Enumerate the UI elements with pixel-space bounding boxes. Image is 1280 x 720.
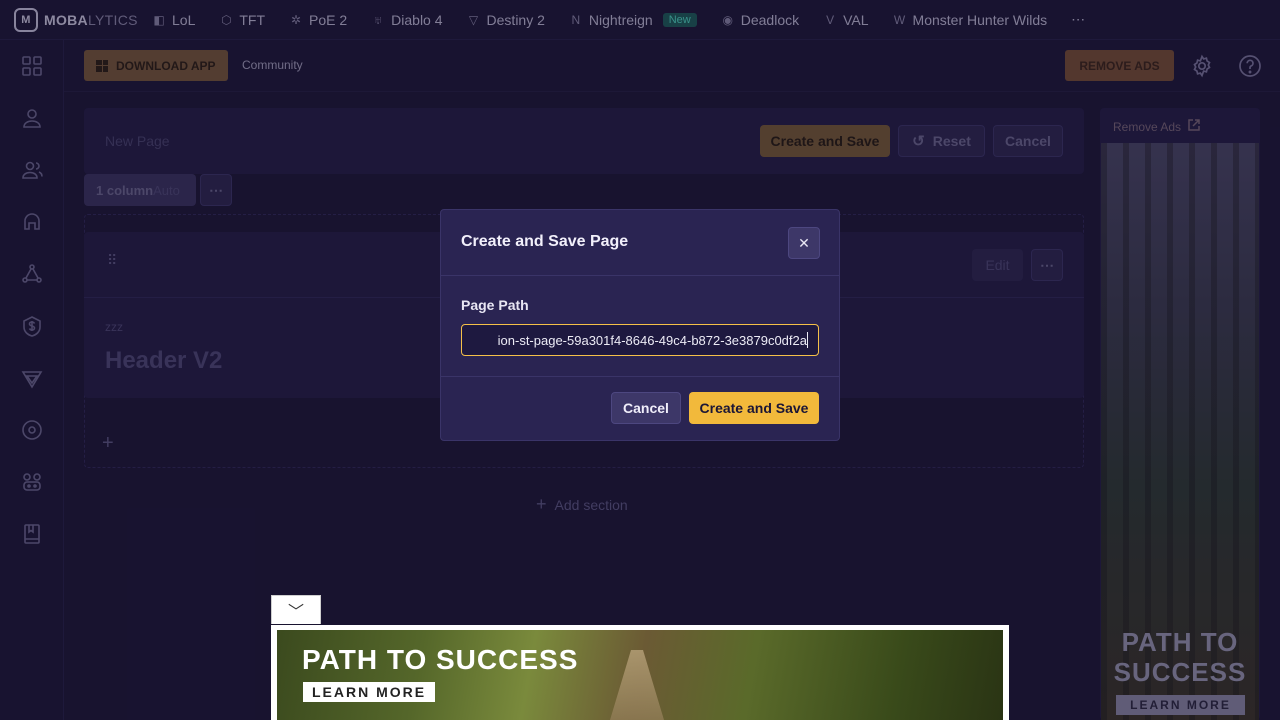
close-icon[interactable]: ✕ bbox=[788, 227, 820, 259]
chevron-down-icon: ﹀ bbox=[287, 604, 304, 621]
banner-ad-cta[interactable]: LEARN MORE bbox=[303, 682, 436, 702]
banner-ad-image: PATH TO SUCCESS LEARN MORE bbox=[277, 630, 1003, 720]
forest-path-decoration bbox=[607, 650, 667, 720]
dialog-divider bbox=[441, 376, 839, 377]
page-path-label: Page Path bbox=[461, 297, 529, 313]
page-path-value: ion-st-page-59a301f4-8646-49c4-b872-3e38… bbox=[497, 332, 807, 348]
banner-ad-title: PATH TO SUCCESS bbox=[302, 644, 579, 675]
dialog-title: Create and Save Page bbox=[461, 233, 629, 250]
dialog-cancel-button[interactable]: Cancel bbox=[611, 392, 681, 424]
create-save-page-dialog: Create and Save Page ✕ Page Path ion-st-… bbox=[440, 209, 840, 441]
bottom-banner-ad[interactable]: PATH TO SUCCESS LEARN MORE bbox=[271, 625, 1009, 720]
dialog-divider bbox=[441, 275, 839, 276]
page-path-input[interactable]: ion-st-page-59a301f4-8646-49c4-b872-3e38… bbox=[461, 324, 819, 356]
ad-collapse-toggle[interactable]: ﹀ bbox=[271, 595, 321, 624]
text-cursor bbox=[807, 332, 808, 348]
dialog-create-save-button[interactable]: Create and Save bbox=[689, 392, 819, 424]
